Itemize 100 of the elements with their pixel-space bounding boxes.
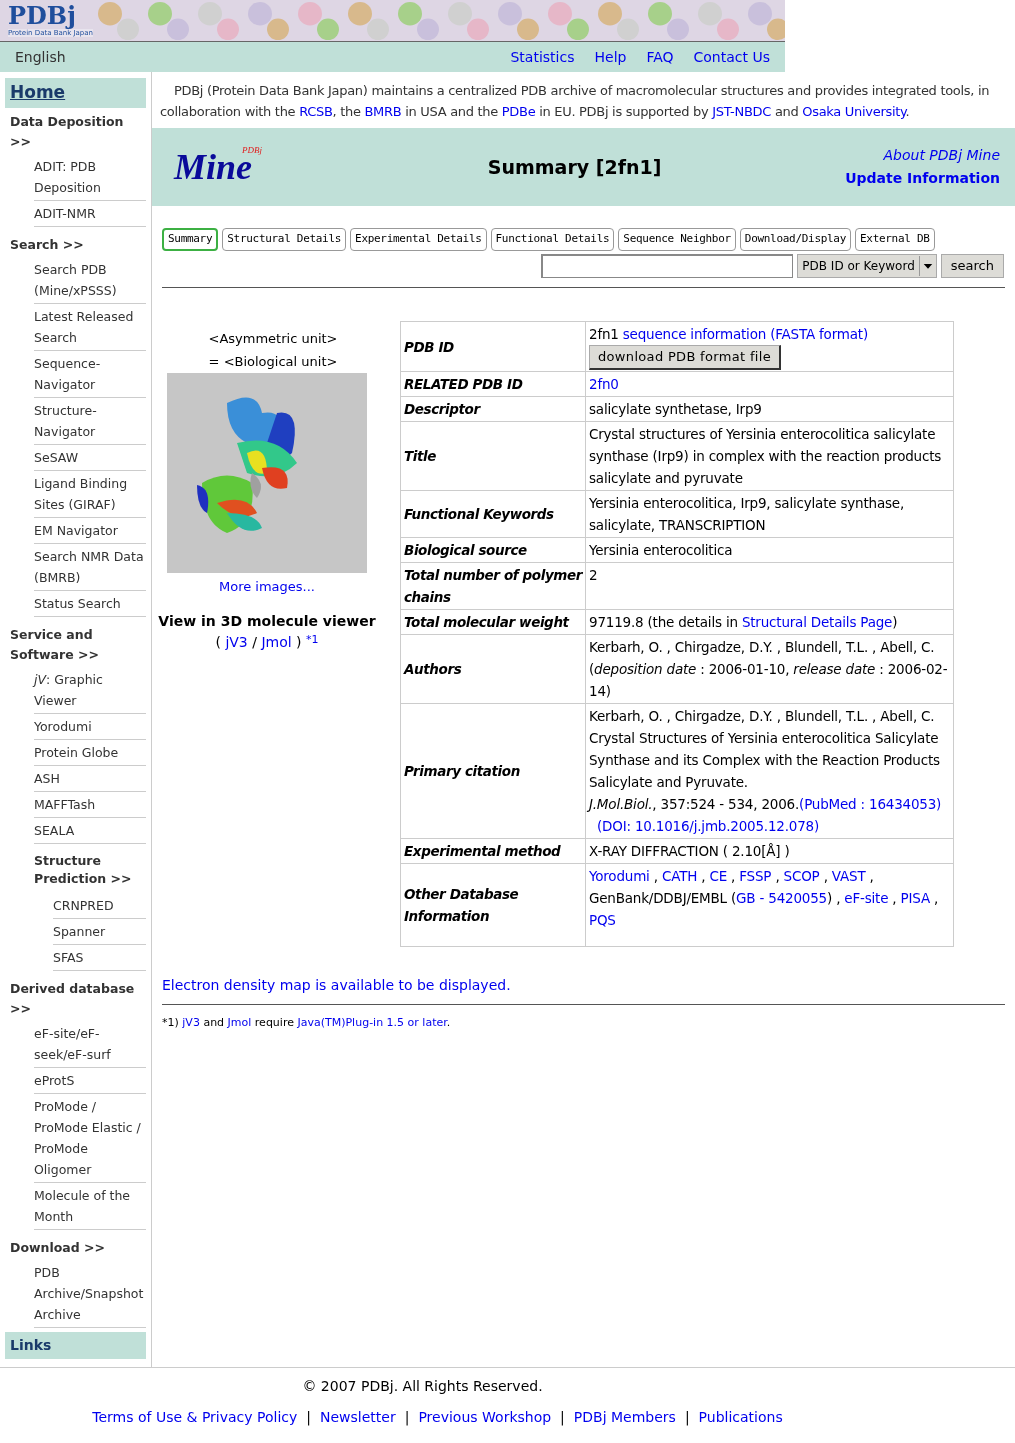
link[interactable]: (DOI: 10.1016/j.jmb.2005.12.078) [597,818,820,834]
header-link[interactable]: About PDBj Mine [883,145,1000,166]
link[interactable]: Yorodumi [589,868,650,884]
link[interactable]: Structural Details Page [741,614,893,630]
footer-link[interactable]: Terms of Use & Privacy Policy [92,1407,298,1428]
link[interactable]: eF-site [844,890,889,906]
links-link[interactable]: Links [5,1332,146,1359]
footer-link[interactable]: PDBj Members [573,1407,676,1428]
footer-link[interactable]: Newsletter [320,1407,396,1428]
sidebar-item[interactable]: ASH [34,765,146,792]
density-map-link[interactable]: Electron density map is available to be displayed. [162,975,1005,996]
sidebar-item[interactable]: Spanner [53,919,146,945]
sidebar-item[interactable]: Status Search [34,590,146,617]
viewer-links: ( jV3 / Jmol ) *1 [215,631,319,652]
link[interactable]: PQS [589,912,616,928]
viewer-heading: View in 3D molecule viewer [158,611,376,631]
tab[interactable]: Download/Display [739,228,851,251]
row-label: RELATED PDB ID [404,376,523,392]
sidebar-item[interactable]: ADIT-NMR [34,200,146,227]
link[interactable]: Jmol [261,633,292,650]
link[interactable]: JST-NBDC [712,104,772,119]
tab[interactable]: External DB [855,228,935,251]
sidebar-subheading[interactable]: Structure Prediction >> [5,847,151,893]
sidebar-item[interactable]: Protein Globe [34,739,146,766]
cell-text: 97119.8 (the details in Structural Details Page) [589,613,899,632]
sidebar-item[interactable]: ProMode / ProMode Elastic / ProMode Oligomer [34,1094,146,1183]
link[interactable]: (PubMed : 16434053) [799,796,942,812]
sidebar-item[interactable]: PDB Archive/Snapshot Archive [34,1260,146,1328]
unit-caption: <Asymmetric unit> [208,330,338,348]
link[interactable]: Java(TM)Plug-in 1.5 or later [297,1016,447,1029]
cell-text: Yersinia enterocolitica, Irp9, salicylate synthase, salicylate, TRANSCRIPTION [589,494,905,535]
link[interactable]: Osaka University [802,104,906,119]
header-link[interactable]: Update Information [845,168,1000,189]
tab[interactable]: Structural Details [222,228,347,251]
search-button[interactable]: search [940,254,1004,278]
sidebar-item[interactable]: Yorodumi [34,713,146,740]
row-label: Authors [404,661,462,677]
sidebar-item[interactable]: Latest Released Search [34,303,146,351]
sidebar-item[interactable]: eProtS [34,1068,146,1094]
copyright-text: © 2007 PDBj. All Rights Reserved. [302,1377,543,1396]
sidebar-item[interactable]: Ligand Binding Sites (GIRAF) [34,470,146,518]
link[interactable]: GB - 5420055 [736,890,827,906]
sidebar-heading[interactable]: Search >> [5,230,151,257]
nav-link[interactable]: Contact Us [693,46,770,68]
link[interactable]: 2fn0 [589,376,619,392]
footnote-link[interactable]: *1 [306,632,319,646]
sidebar-item[interactable]: SEALA [34,817,146,844]
separator-text: | [306,1408,311,1428]
link[interactable]: jV3 [182,1016,200,1029]
sidebar-heading[interactable]: Download >> [5,1234,151,1260]
search-field[interactable] [541,254,794,278]
link[interactable]: PDBe [501,104,536,119]
footer-link[interactable]: Publications [698,1407,783,1428]
row-label: Biological source [404,542,527,558]
link[interactable]: VAST [831,868,866,884]
separator-text: | [404,1408,410,1428]
link[interactable]: CE [709,868,727,884]
sidebar-item[interactable]: SeSAW [34,444,146,471]
home-link[interactable]: Home [5,78,146,108]
sidebar-item[interactable]: MAFFTash [34,791,146,818]
row-label: Functional Keywords [404,506,554,522]
row-label: Total molecular weight [404,614,569,630]
row-label: Total number of polymer chains [404,567,582,605]
link[interactable]: CATH [661,868,698,884]
sidebar-item[interactable]: Search NMR Data (BMRB) [34,543,146,591]
search-mode-dropdown[interactable]: PDB ID or Keyword [797,254,937,278]
tab[interactable]: Functional Details [490,228,615,251]
footer-link[interactable]: Previous Workshop [418,1407,552,1428]
link[interactable]: sequence information (FASTA format) [622,326,868,342]
sidebar-item[interactable]: EM Navigator [34,517,146,544]
sidebar-item[interactable]: Sequence-Navigator [34,350,146,398]
tab[interactable]: Experimental Details [350,228,487,251]
cell-text: X-RAY DIFFRACTION ( 2.10[Å] ) [589,842,791,861]
sidebar-item[interactable]: jV: Graphic Viewer [34,666,146,714]
sidebar-item[interactable]: Search PDB (Mine/xPSSS) [34,256,146,304]
link[interactable]: Jmol [227,1016,252,1029]
cell-text: Yorodumi , CATH , CE , FSSP , SCOP , VAST , GenBank/DDBJ/EMBL (GB - 5420055) , eF-site , PISA , PQS [589,867,940,930]
sidebar-item[interactable]: SFAS [53,945,146,971]
link[interactable]: FSSP [739,868,772,884]
nav-link[interactable]: Statistics [510,46,575,68]
link[interactable]: SCOP [783,868,820,884]
sidebar-item[interactable]: Molecule of the Month [34,1183,146,1230]
cell-text: salicylate synthetase, Irp9 [589,400,763,419]
link[interactable]: RCSB [299,104,333,119]
nav-link[interactable]: Help [594,46,627,68]
cell-text: Kerbarh, O. , Chirgadze, D.Y. , Blundell, T.L. , Abell, C. [589,707,936,726]
sidebar-item[interactable]: ADIT: PDB Deposition [34,153,146,201]
row-label: Experimental method [404,843,561,859]
download-button[interactable]: download PDB format file [589,345,781,370]
more-images-link[interactable]: More images... [219,577,315,597]
page-title: Summary [2fn1] [486,154,663,180]
sidebar-item[interactable]: CRNPRED [53,893,146,919]
sidebar-heading[interactable]: Data Deposition >> [5,107,151,154]
tab[interactable]: Sequence Neighbor [618,228,736,251]
link[interactable]: jV3 [225,633,248,650]
tab[interactable]: Summary [162,228,219,251]
link[interactable]: BMRB [364,104,402,119]
sidebar-item[interactable]: Structure-Navigator [34,397,146,445]
nav-link[interactable]: FAQ [646,46,674,68]
link[interactable]: PISA [900,890,930,906]
